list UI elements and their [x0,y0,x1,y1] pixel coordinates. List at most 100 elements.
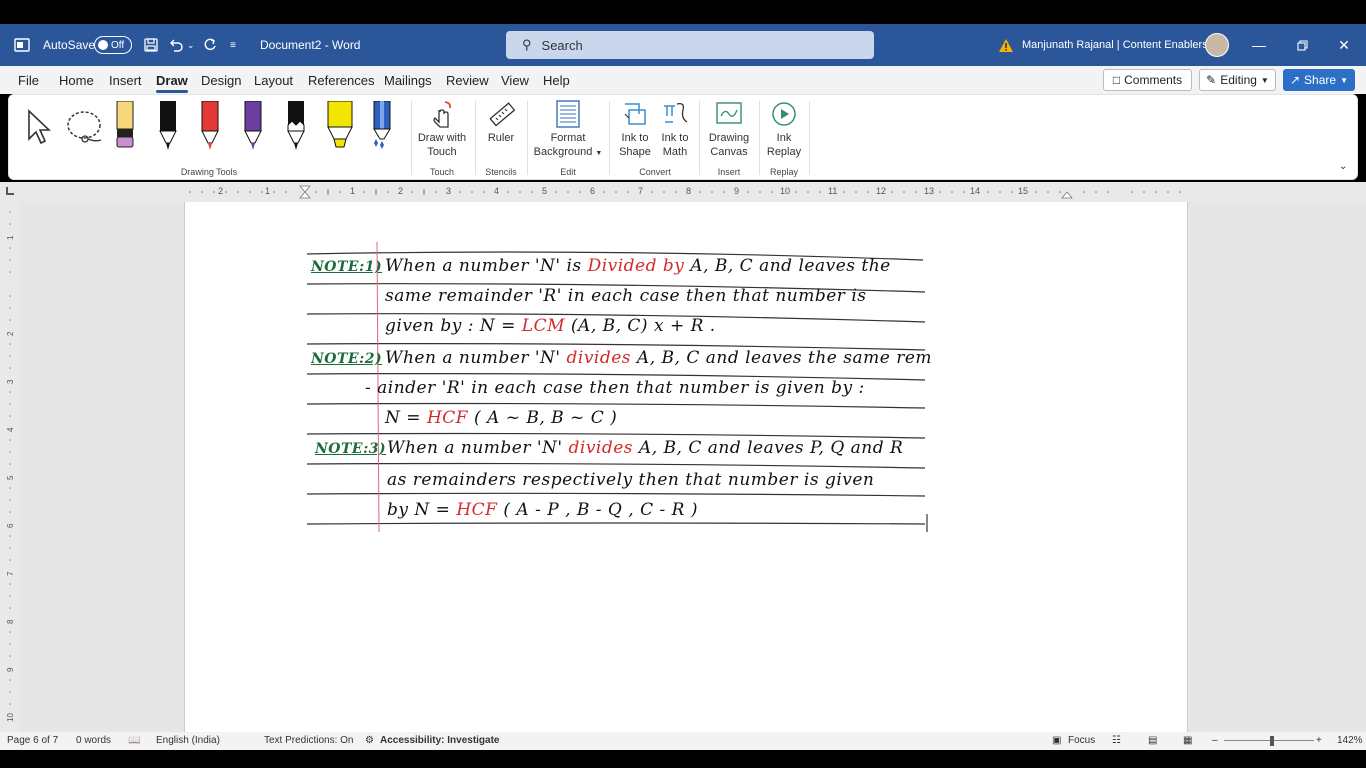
pencil-tool-icon[interactable] [115,100,135,154]
word-count[interactable]: 0 words [76,735,111,746]
tab-insert[interactable]: Insert [109,73,142,88]
zoom-level[interactable]: 142% [1337,735,1363,746]
svg-text:3: 3 [6,379,15,384]
tab-selector-icon[interactable] [6,187,14,195]
share-button[interactable]: ↗ Share ▼ [1283,69,1355,91]
ribbon-collapse-icon[interactable]: ⌄ [1339,161,1347,172]
handwritten-notes-image[interactable]: NOTE:1) When a number 'N' is Divided by … [305,240,932,536]
tab-draw[interactable]: Draw [156,73,188,93]
restore-icon[interactable] [1280,24,1324,66]
read-mode-icon[interactable]: ☷ [1112,735,1121,746]
redo-icon[interactable] [202,24,218,66]
lasso-select-icon[interactable] [65,109,105,150]
tab-references[interactable]: References [308,73,374,88]
search-placeholder: Search [541,37,583,53]
svg-text:1: 1 [6,235,15,240]
format-background-icon [531,99,605,129]
ink-replay-label-2: Replay [766,146,802,158]
zoom-in-icon[interactable]: + [1316,735,1322,746]
zoom-slider-thumb[interactable] [1270,736,1274,746]
ruler-number: 14 [970,186,981,196]
group-drawing-tools: Drawing Tools [180,167,238,177]
page-count[interactable]: Page 6 of 7 [7,735,58,746]
red-pen-icon[interactable] [200,100,220,156]
ruler-number: 9 [734,186,740,196]
zoom-out-icon[interactable]: – [1212,735,1218,746]
user-avatar[interactable] [1205,33,1229,57]
undo-dropdown-icon[interactable]: ⌄ [187,24,195,66]
close-icon[interactable]: ✕ [1322,24,1366,66]
customize-toolbar-icon[interactable]: ≡ [230,24,236,66]
autosave-toggle[interactable]: Off [94,36,132,54]
note-3-line-1: When a number 'N' divides A, B, C and le… [387,438,904,458]
separator [609,101,610,175]
menu-bar: File Home Insert Draw Design Layout Refe… [0,66,1366,94]
user-name[interactable]: Manjunath Rajanal | Content Enablers [1022,24,1208,66]
tab-file[interactable]: File [18,73,39,88]
ink-to-shape-label-2: Shape [619,146,651,158]
drawing-canvas-button[interactable]: Drawing Canvas [703,99,755,159]
separator [475,101,476,175]
ruler-number: 12 [876,186,887,196]
group-insert: Insert [717,167,741,177]
ribbon: Drawing Tools Draw with Touch Touch Rule… [8,94,1358,180]
ruler-button[interactable]: Ruler [479,99,523,145]
black-pen-2-icon[interactable] [286,101,306,156]
web-layout-icon[interactable]: ▦ [1183,735,1192,746]
group-edit: Edit [560,167,576,177]
note-3-label: NOTE:3) [315,441,387,457]
tab-review[interactable]: Review [446,73,489,88]
note-3-line-2: as remainders respectively then that num… [387,470,875,490]
word-app-icon[interactable] [14,24,30,66]
separator [699,101,700,175]
draw-with-touch-button[interactable]: Draw with Touch [415,99,469,159]
note-3-line-3: by N = HCF ( A - P , B - Q , C - R ) [387,500,698,520]
tab-design[interactable]: Design [201,73,241,88]
ruler-number: 5 [542,186,548,196]
undo-icon[interactable] [168,24,184,66]
format-background-button[interactable]: Format Background ▼ [531,99,605,161]
focus-label[interactable]: Focus [1068,735,1095,746]
warning-icon[interactable] [998,24,1014,66]
tab-layout[interactable]: Layout [254,73,293,88]
ink-to-shape-button[interactable]: Ink to Shape [615,99,655,159]
purple-pen-icon[interactable] [243,100,263,156]
galaxy-pen-icon[interactable] [370,100,392,156]
screen-top-bar [0,0,1366,24]
zoom-slider[interactable] [1224,740,1314,741]
focus-icon[interactable]: ▣ [1052,735,1061,746]
ink-replay-button[interactable]: Ink Replay [763,99,805,159]
black-pen-icon[interactable] [158,101,178,156]
vertical-ruler[interactable]: 1 2 3 4 5 6 7 8 9 10 [0,202,20,732]
comments-button[interactable]: □ Comments [1103,69,1192,91]
select-arrow-icon[interactable] [25,109,53,150]
document-page[interactable]: NOTE:1) When a number 'N' is Divided by … [184,202,1188,732]
text-predictions[interactable]: Text Predictions: On [264,735,353,746]
ruler-number: 2 [218,186,224,196]
tab-mailings[interactable]: Mailings [384,73,432,88]
svg-text:9: 9 [6,667,15,672]
ink-to-math-button[interactable]: Ink to Math [655,99,695,159]
accessibility-status[interactable]: Accessibility: Investigate [380,735,500,746]
comments-label: Comments [1124,73,1183,87]
yellow-highlighter-icon[interactable] [327,100,353,156]
note-1-line-1: When a number 'N' is Divided by A, B, C … [385,256,891,276]
save-icon[interactable] [143,24,159,66]
print-layout-icon[interactable]: ▤ [1148,735,1157,746]
proofing-icon[interactable]: 📖 [128,735,140,746]
editing-button[interactable]: ✎ Editing ▼ [1199,69,1276,91]
search-box[interactable]: ⚲ Search [506,31,874,59]
language[interactable]: English (India) [156,735,220,746]
tab-help[interactable]: Help [543,73,570,88]
document-title: Document2 - Word [260,38,361,52]
accessibility-icon[interactable]: ⚙ [365,735,374,746]
note-2-line-2: - ainder 'R' in each case then that numb… [365,378,865,398]
drawing-canvas-label-1: Drawing [708,132,750,144]
minimize-icon[interactable]: — [1237,24,1281,66]
svg-text:7: 7 [6,571,15,576]
ink-to-math-icon [655,99,695,129]
tab-view[interactable]: View [501,73,529,88]
chevron-down-icon: ▼ [1260,75,1269,85]
tab-home[interactable]: Home [59,73,94,88]
horizontal-ruler[interactable]: 2 1 1 2 3 4 5 6 7 8 9 10 11 12 13 14 15 [0,182,1366,202]
